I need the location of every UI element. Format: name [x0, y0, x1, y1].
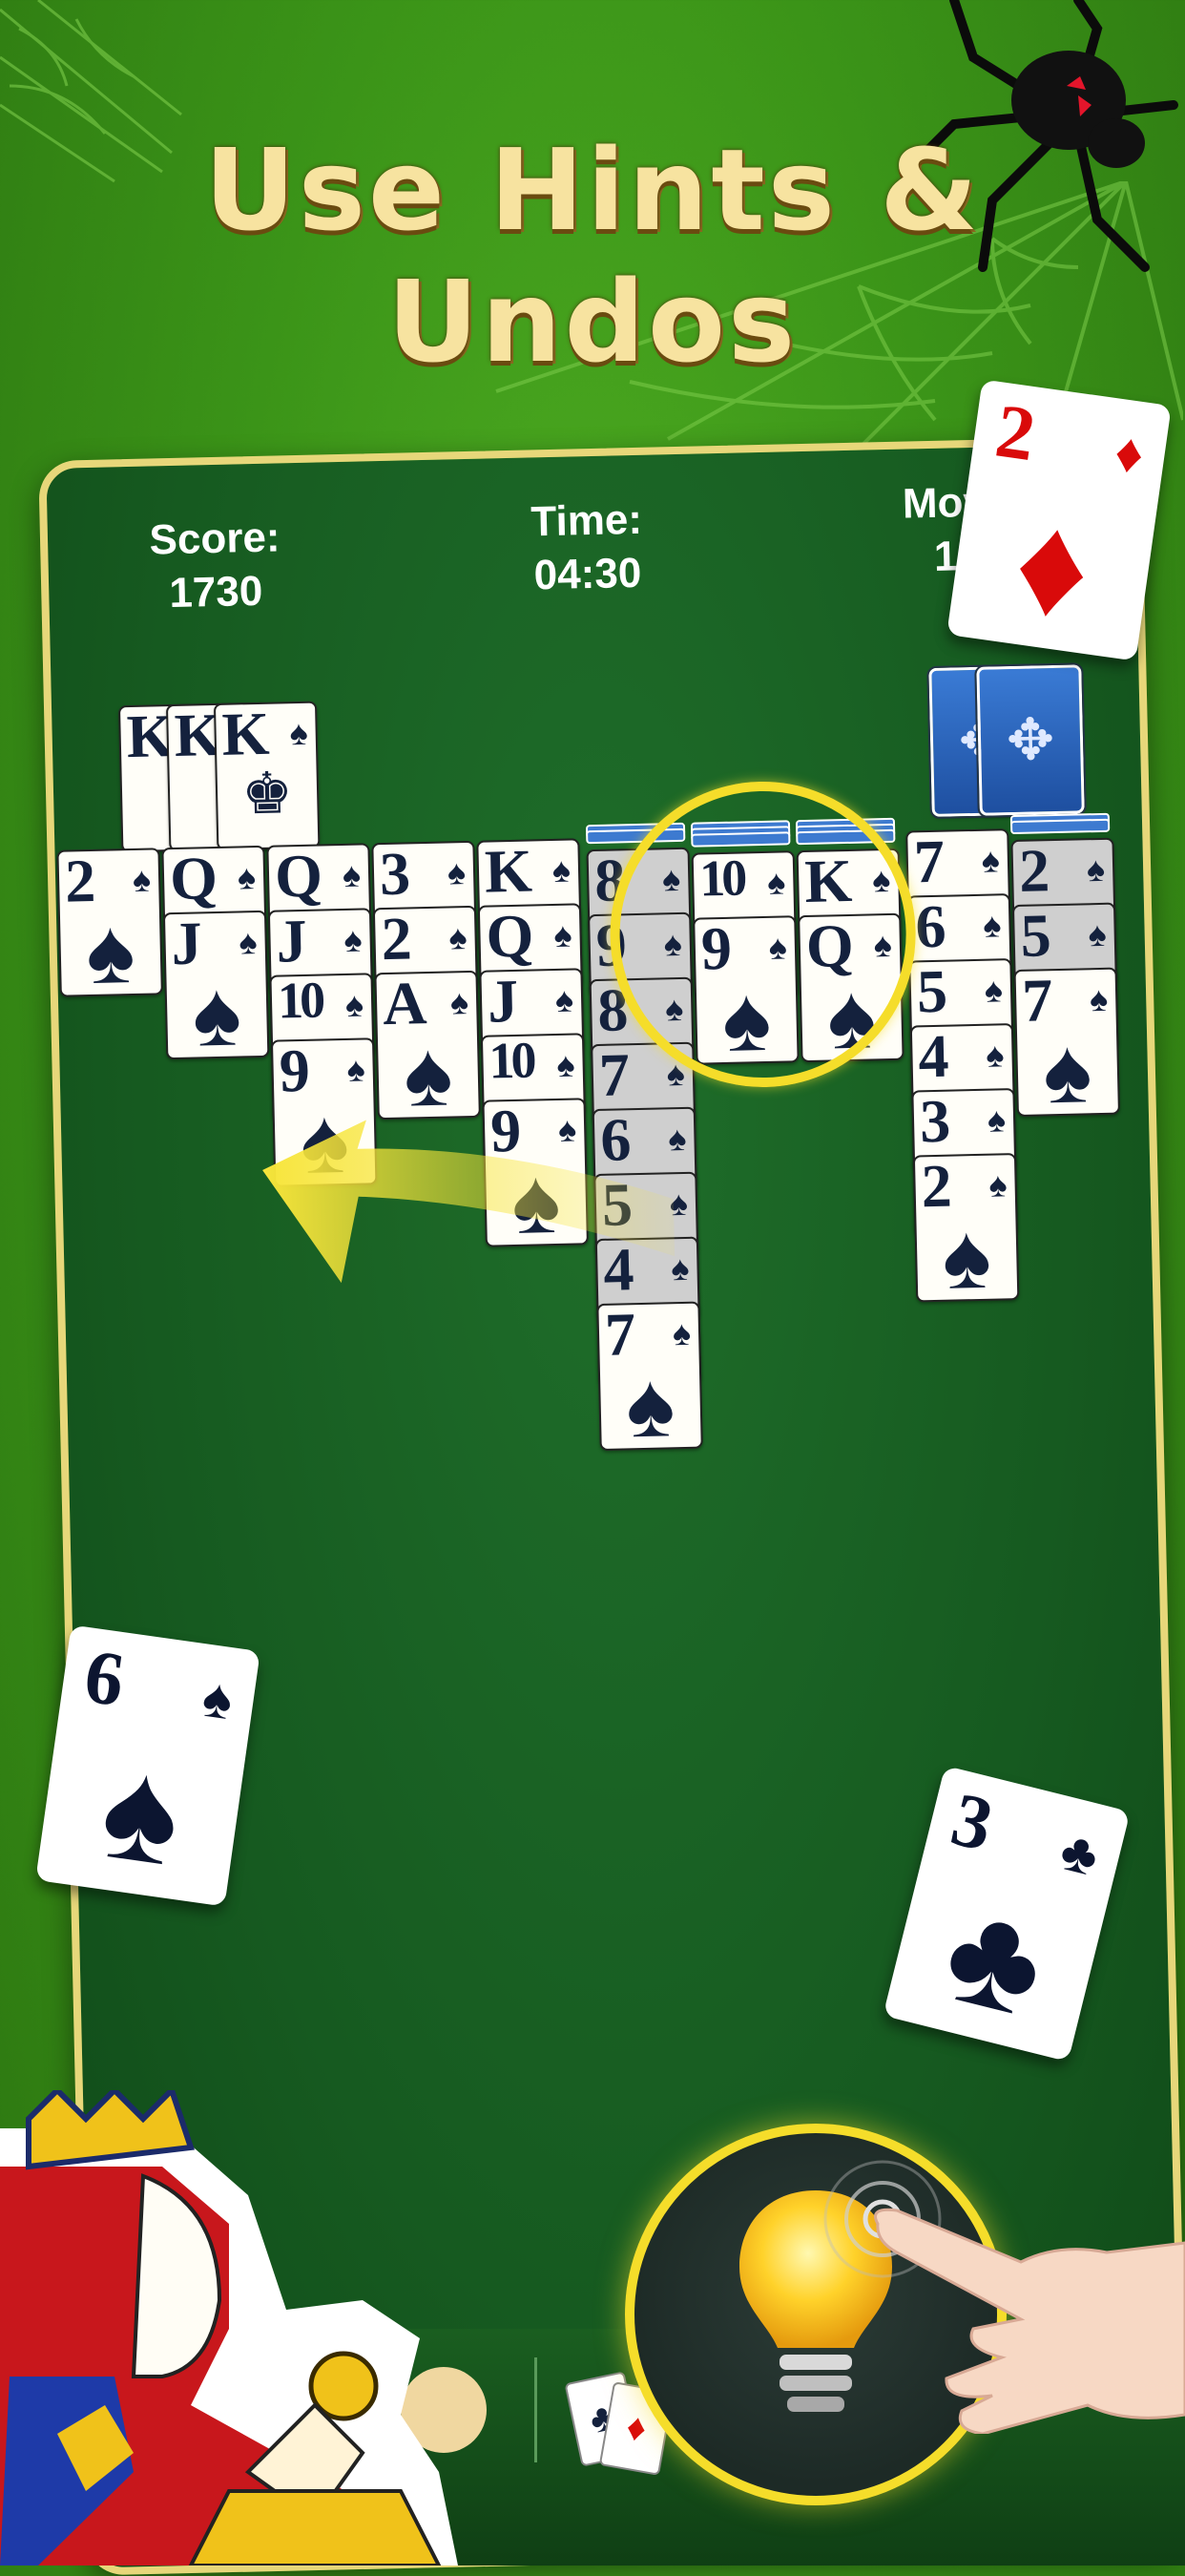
playing-card[interactable]: 7 ♠ ♠ [596, 1301, 703, 1452]
spade-icon: ♠ [988, 1164, 1008, 1204]
spade-icon: ♠ [625, 1353, 676, 1452]
spade-icon: ♠ [342, 854, 362, 894]
card-rank: 7 [598, 1041, 627, 1109]
tableau-column[interactable]: 2 ♠ ♠ [56, 848, 177, 1575]
score-label: Score: [149, 513, 281, 564]
playing-card[interactable]: A ♠ ♠ [374, 970, 481, 1120]
card-rank: Q [485, 903, 531, 971]
king-portrait-icon: ♚ [240, 761, 294, 827]
spade-icon: ♠ [85, 899, 136, 997]
spade-icon: ♠ [449, 982, 469, 1022]
spade-icon: ♠ [1042, 1019, 1093, 1118]
time-display: Time: 04:30 [462, 492, 712, 604]
spade-icon: ♠ [987, 1100, 1007, 1140]
card-rank: K [484, 838, 530, 906]
spade-icon: ♠ [556, 1044, 576, 1084]
time-label: Time: [530, 495, 643, 546]
floating-card-2-diamonds: 2 ♦ ♦ [946, 379, 1172, 661]
hint-move-arrow [262, 1120, 676, 1284]
card-rank: 2 [1018, 837, 1047, 905]
spade-icon: ♠ [941, 1204, 993, 1303]
playing-card[interactable]: 7 ♠ ♠ [1013, 967, 1120, 1118]
spade-icon: ♠ [344, 984, 364, 1024]
spade-icon: ♠ [191, 962, 243, 1060]
spade-icon: ♠ [1089, 978, 1109, 1019]
spade-icon: ♠ [1088, 913, 1108, 954]
playing-card[interactable]: J ♠ ♠ [162, 910, 270, 1060]
spade-icon: ♠ [403, 1022, 454, 1120]
spade-icon: ♠ [343, 919, 364, 959]
divider [534, 2357, 537, 2462]
headline: Use Hints & Undos [203, 124, 981, 387]
face-down-card [1009, 818, 1111, 835]
playing-card[interactable]: 2 ♠ ♠ [912, 1153, 1020, 1303]
card-rank: 2 [380, 905, 409, 974]
card-rank: Q [274, 843, 320, 911]
spade-icon: ♠ [552, 914, 573, 954]
spade-icon: ♠ [132, 859, 152, 899]
spade-icon: ♠ [554, 979, 574, 1019]
card-rank: 3 [379, 840, 407, 909]
floating-card-6-spades: 6 ♠ ♠ [35, 1624, 260, 1907]
tableau-column[interactable]: 2 ♠ 5 ♠ 7 ♠ ♠ [1009, 812, 1132, 1554]
spade-icon: ♠ [239, 922, 259, 962]
spade-icon: ♠ [985, 1035, 1005, 1075]
game-screen: { "headline": "Use Hints & Undos", "stat… [0, 0, 1185, 2576]
score-value: 1730 [168, 567, 263, 618]
tableau-column[interactable]: 7 ♠ 6 ♠ 5 ♠ 4 ♠ 3 ♠ 2 ♠ ♠ [905, 828, 1027, 1556]
card-rank: 10 [277, 973, 322, 1030]
card-rank: J [275, 908, 304, 975]
time-value: 04:30 [533, 549, 642, 599]
stock-pile[interactable]: ✥ ✥ [926, 662, 1094, 821]
card-rank: J [487, 968, 515, 1036]
spade-icon: ♠ [447, 852, 467, 892]
card-rank: 4 [917, 1023, 946, 1091]
card-back-icon: ✥ [974, 662, 1087, 818]
spade-icon: ♠ [984, 970, 1004, 1010]
card-rank: 6 [914, 893, 944, 961]
queen-of-clubs-illustration [0, 2090, 458, 2566]
card-rank: Q [169, 845, 215, 913]
spade-icon: ♠ [346, 1049, 366, 1089]
foundation-card: K ♠ ♚ [213, 701, 321, 850]
pointing-hand [874, 2208, 1185, 2434]
card-rank: 5 [916, 958, 945, 1026]
spade-icon: ♠ [551, 849, 572, 890]
card-rank: 3 [919, 1088, 947, 1156]
playing-card[interactable]: 2 ♠ ♠ [56, 848, 163, 997]
card-rank: 7 [913, 828, 942, 896]
spade-icon: ♠ [981, 840, 1001, 880]
completed-foundation: K K K ♠ ♚ [117, 701, 351, 858]
card-rank: 10 [488, 1033, 534, 1090]
spade-icon: ♠ [1086, 848, 1106, 890]
card-rank: 5 [1019, 902, 1049, 970]
score-display: Score: 1730 [90, 510, 340, 622]
spade-icon: ♠ [672, 1312, 692, 1353]
spade-icon: ♠ [982, 905, 1002, 945]
spade-icon: ♠ [447, 917, 468, 957]
spade-icon: ♠ [237, 857, 257, 897]
